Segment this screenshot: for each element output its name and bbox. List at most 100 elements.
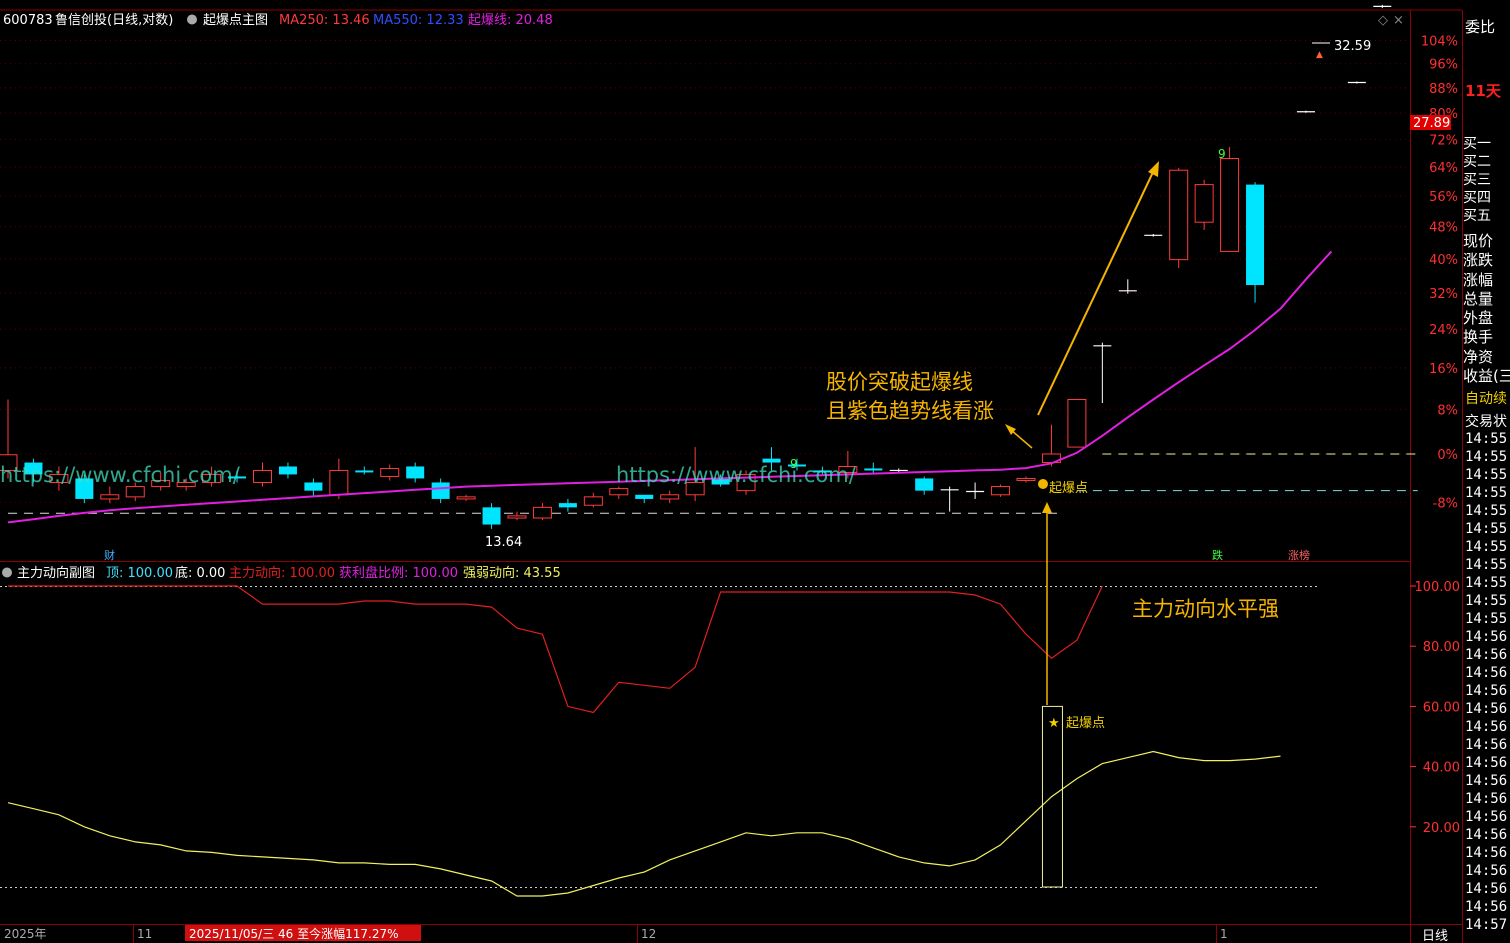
side-stat-volume: 总量 bbox=[1463, 289, 1494, 308]
chart-canvas: 104%96%88%80%72%64%56%48%40%32%24%16%8%0… bbox=[0, 0, 1510, 943]
main-tick-label: 8% bbox=[1437, 403, 1458, 418]
main-tick-label: 16% bbox=[1429, 362, 1458, 377]
side-buy-3: 买三 bbox=[1463, 172, 1491, 188]
watermark-left: https://www.cfchi.com/ bbox=[0, 463, 241, 487]
count-nine-mid: 9 bbox=[790, 457, 798, 471]
side-time-item: 14:56 bbox=[1465, 683, 1508, 699]
candle-down bbox=[278, 466, 297, 475]
sub-indicator-toggle-icon[interactable] bbox=[2, 567, 12, 578]
burst-point-label-main: 起爆点 bbox=[1049, 481, 1088, 496]
bottom-year: 2025年 bbox=[4, 927, 47, 941]
annotation-main-force: 主力动向水平强 bbox=[1132, 597, 1279, 621]
star-icon: ★ bbox=[1048, 716, 1060, 731]
alarm-icon: ▲ bbox=[1316, 50, 1323, 60]
sub-tick-label: 100.00 bbox=[1415, 580, 1461, 595]
sub-tick-label: 80.00 bbox=[1423, 640, 1460, 655]
count-nine-top: 9 bbox=[1218, 147, 1226, 161]
sub-tick-label: 40.00 bbox=[1423, 761, 1460, 776]
ma550-label: MA550: 12.33 bbox=[373, 13, 464, 28]
rank-marker: 涨榜 bbox=[1288, 548, 1310, 562]
side-time-item: 14:56 bbox=[1465, 629, 1508, 645]
candle-down bbox=[482, 507, 501, 525]
side-time-item: 14:56 bbox=[1465, 719, 1508, 735]
main-tick-label: 64% bbox=[1429, 161, 1458, 176]
candle-up bbox=[609, 488, 629, 496]
bottom-period[interactable]: 日线 bbox=[1422, 929, 1448, 943]
side-buys: 买一 买二 买三 买四 买五 bbox=[1463, 135, 1510, 225]
side-time-item: 14:55 bbox=[1465, 557, 1508, 573]
side-time-item: 14:56 bbox=[1465, 863, 1508, 879]
candle-up bbox=[125, 486, 145, 498]
side-auto[interactable]: 自动续 bbox=[1465, 388, 1510, 408]
main-indicator-name: 起爆点主图 bbox=[203, 13, 268, 28]
candle-up bbox=[329, 469, 349, 496]
stock-code: 600783 bbox=[3, 13, 53, 28]
annotation-trend: 且紫色趋势线看涨 bbox=[826, 399, 994, 423]
side-time-item: 14:56 bbox=[1465, 665, 1508, 681]
sub-bottom-label: 底: 0.00 bbox=[175, 565, 225, 581]
candle-up bbox=[380, 467, 400, 477]
side-buy-1: 买一 bbox=[1463, 136, 1491, 152]
diamond-icon[interactable]: ◇ bbox=[1378, 13, 1388, 28]
candle-up bbox=[456, 496, 476, 500]
indicator-toggle-icon[interactable] bbox=[187, 14, 197, 25]
bottom-month-11: 11 bbox=[137, 927, 152, 941]
candle-down bbox=[1246, 184, 1265, 286]
bottom-month-1: 1 bbox=[1220, 927, 1228, 941]
side-time-item: 14:56 bbox=[1465, 737, 1508, 753]
main-tick-label: 48% bbox=[1429, 221, 1458, 236]
candle-up bbox=[660, 494, 680, 500]
candle-up bbox=[991, 486, 1011, 496]
close-icon[interactable]: × bbox=[1393, 13, 1404, 28]
candle-down bbox=[915, 478, 934, 491]
watermark-right: https://www.cfchi.com/ bbox=[616, 463, 857, 487]
bottom-month-12: 12 bbox=[641, 927, 656, 941]
candle-down bbox=[431, 482, 450, 499]
side-time-item: 14:56 bbox=[1465, 845, 1508, 861]
side-time-item: 14:55 bbox=[1465, 431, 1508, 447]
candle-up bbox=[1067, 398, 1087, 448]
candle-down bbox=[558, 503, 577, 508]
main-tick-label: 0% bbox=[1437, 448, 1458, 463]
side-time-item: 14:55 bbox=[1465, 539, 1508, 555]
low-price-label: 13.64 bbox=[485, 535, 522, 550]
main-tick-label: 104% bbox=[1421, 35, 1458, 50]
side-time-item: 14:56 bbox=[1465, 647, 1508, 663]
burst-point-label-sub: 起爆点 bbox=[1066, 716, 1105, 731]
side-time-item: 14:55 bbox=[1465, 467, 1508, 483]
side-trade-status: 交易状 bbox=[1465, 414, 1507, 430]
side-time-item: 14:55 bbox=[1465, 593, 1508, 609]
side-weibi: 委比 bbox=[1465, 18, 1496, 36]
side-stat-earnings: 收益(三 bbox=[1463, 367, 1510, 386]
candle-up bbox=[253, 469, 272, 483]
main-tick-label: 88% bbox=[1429, 82, 1458, 97]
side-time-item: 14:57 bbox=[1465, 917, 1508, 933]
candle-up bbox=[507, 515, 527, 519]
side-time-item: 14:56 bbox=[1465, 755, 1508, 771]
side-stat-price: 现价 bbox=[1463, 232, 1494, 250]
side-time-item: 14:56 bbox=[1465, 899, 1508, 915]
ma250-label: MA250: 13.46 bbox=[279, 13, 370, 28]
profit-ratio-label: 获利盘比例: 100.00 bbox=[339, 565, 458, 581]
main-tick-label: 32% bbox=[1429, 287, 1458, 302]
main-force-label: 主力动向: 100.00 bbox=[229, 565, 335, 581]
finance-marker: 财 bbox=[104, 548, 115, 562]
side-time-item: 14:56 bbox=[1465, 773, 1508, 789]
main-tick-label: 96% bbox=[1429, 58, 1458, 73]
side-time-item: 14:56 bbox=[1465, 809, 1508, 825]
candle-down bbox=[355, 470, 374, 473]
sub-indicator-name: 主力动向副图 bbox=[17, 565, 95, 581]
side-stat-pct: 涨幅 bbox=[1463, 270, 1494, 289]
side-time-item: 14:56 bbox=[1465, 827, 1508, 843]
candle-up bbox=[100, 494, 120, 500]
candle-down bbox=[406, 466, 425, 479]
side-buy-4: 买四 bbox=[1463, 190, 1491, 206]
candle-down bbox=[635, 494, 654, 499]
side-stats: 现价 涨跌 涨幅 总量 外盘 换手 净资 收益(三 bbox=[1463, 232, 1510, 386]
candle-up bbox=[532, 506, 552, 519]
strength-label: 强弱动向: 43.55 bbox=[463, 565, 561, 581]
candle-down bbox=[762, 458, 781, 463]
candle-up bbox=[583, 496, 603, 506]
high-price-label: 32.59 bbox=[1334, 39, 1371, 54]
side-time-item: 14:56 bbox=[1465, 701, 1508, 717]
